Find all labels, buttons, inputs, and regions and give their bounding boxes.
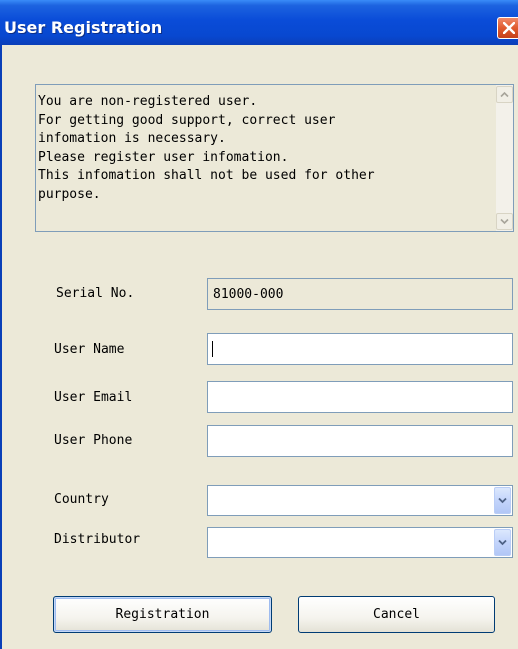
close-icon bbox=[503, 22, 515, 34]
notice-textbox[interactable]: You are non-registered user. For getting… bbox=[35, 84, 514, 232]
scroll-up-button[interactable] bbox=[496, 86, 513, 103]
notice-scrollbar[interactable] bbox=[496, 85, 513, 231]
text-caret bbox=[212, 341, 213, 357]
serial-label: Serial No. bbox=[56, 286, 135, 301]
window-left-border bbox=[0, 45, 2, 649]
distributor-label: Distributor bbox=[54, 532, 141, 547]
notice-line: infomation is necessary. bbox=[38, 131, 226, 147]
title-bar[interactable]: User Registration bbox=[0, 0, 518, 45]
user-email-input[interactable] bbox=[207, 381, 513, 413]
scroll-down-arrow-icon bbox=[500, 218, 509, 225]
notice-line: You are non-registered user. bbox=[38, 94, 258, 109]
notice-line: This infomation shall not be used for ot… bbox=[38, 168, 375, 184]
window-title: User Registration bbox=[4, 18, 163, 37]
serial-value: 81000-000 bbox=[213, 287, 284, 302]
scroll-up-arrow-icon bbox=[500, 91, 509, 98]
notice-line: purpose. bbox=[38, 186, 101, 202]
cancel-button[interactable]: Cancel bbox=[298, 596, 495, 633]
country-select[interactable] bbox=[207, 485, 513, 516]
chevron-down-icon bbox=[498, 539, 507, 546]
user-phone-label: User Phone bbox=[54, 433, 133, 448]
notice-text: You are non-registered user. For getting… bbox=[38, 93, 375, 205]
country-label: Country bbox=[54, 492, 109, 507]
registration-button[interactable]: Registration bbox=[53, 596, 272, 633]
user-name-input[interactable] bbox=[207, 333, 513, 365]
distributor-dropdown-button[interactable] bbox=[494, 529, 511, 556]
chevron-down-icon bbox=[498, 497, 507, 504]
close-button[interactable] bbox=[497, 17, 518, 39]
user-email-label: User Email bbox=[54, 390, 133, 405]
distributor-select[interactable] bbox=[207, 527, 513, 558]
country-dropdown-button[interactable] bbox=[494, 487, 511, 514]
user-phone-input[interactable] bbox=[207, 425, 513, 457]
notice-line: For getting good support, correct user bbox=[38, 112, 336, 128]
notice-line: Please register user infomation. bbox=[38, 149, 289, 165]
user-name-label: User Name bbox=[54, 342, 125, 357]
scroll-down-button[interactable] bbox=[496, 213, 513, 230]
registration-dialog: User Registration You are non-registered… bbox=[0, 0, 518, 649]
serial-field: 81000-000 bbox=[207, 278, 513, 310]
